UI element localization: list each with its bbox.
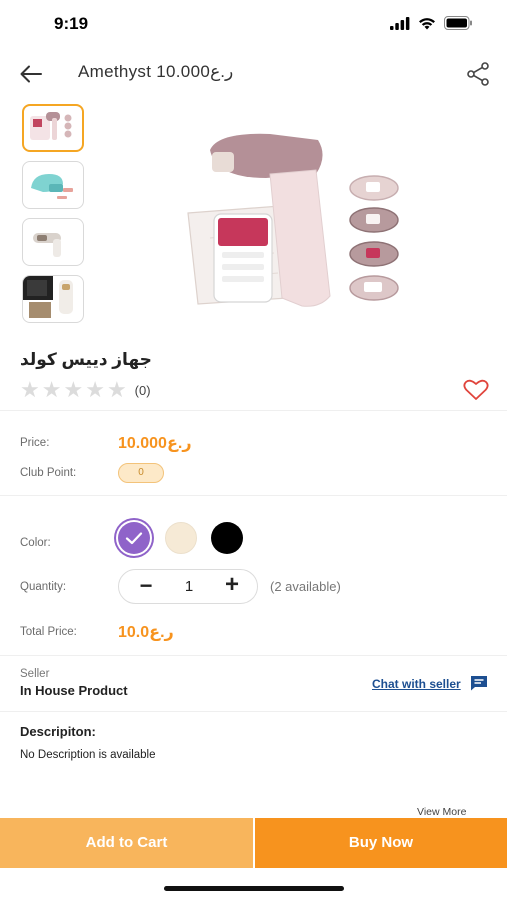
available-stock: (2 available): [270, 579, 341, 594]
chat-icon[interactable]: [470, 675, 488, 691]
color-swatch-beige[interactable]: [165, 522, 197, 554]
heart-icon: [463, 379, 489, 400]
price-label: Price:: [20, 437, 50, 449]
wifi-icon: [419, 17, 435, 29]
color-label: Color:: [20, 537, 51, 549]
rating-stars: ★ ★ ★ ★ ★ (0): [20, 377, 151, 402]
thumbnail-3[interactable]: [22, 218, 84, 266]
divider: [0, 655, 507, 656]
arrow-left-icon: [20, 65, 42, 83]
divider: [0, 410, 507, 411]
star-icon: ★: [20, 377, 40, 402]
quantity-increase-button[interactable]: +: [221, 573, 243, 597]
price-value: 10.000ر.ع: [118, 435, 192, 452]
check-icon: [125, 532, 143, 545]
page-title: Amethyst 10.000ر.ع: [78, 62, 234, 81]
color-swatch-black[interactable]: [211, 522, 243, 554]
status-time: 9:19: [54, 14, 89, 33]
star-icon: ★: [106, 377, 127, 402]
divider: [0, 495, 507, 496]
thumbnail-4[interactable]: [22, 275, 84, 323]
add-to-cart-button[interactable]: Add to Cart: [0, 818, 253, 868]
description-title: Descripiton:: [20, 724, 96, 739]
message-icon: [471, 676, 487, 691]
wishlist-button[interactable]: [463, 379, 489, 401]
quantity-stepper: − 1 +: [118, 569, 258, 604]
star-icon: ★: [85, 377, 105, 402]
product-main-image[interactable]: [170, 118, 420, 318]
app-header: Amethyst 10.000ر.ع: [0, 52, 507, 96]
quantity-label: Quantity:: [20, 581, 67, 593]
home-indicator: [164, 886, 344, 891]
quantity-value: 1: [184, 578, 194, 595]
chat-with-seller-link[interactable]: Chat with seller: [372, 677, 461, 691]
product-thumbnail-image: [30, 112, 72, 140]
total-price-label: Total Price:: [20, 626, 77, 638]
thumbnail-1[interactable]: [22, 104, 84, 152]
total-price-value: 10.0ر.ع: [118, 624, 174, 641]
color-swatch-purple[interactable]: [118, 522, 150, 554]
battery-icon: [444, 16, 472, 30]
club-point-label: Club Point:: [20, 467, 77, 479]
buy-now-button[interactable]: Buy Now: [255, 818, 507, 868]
seller-label: Seller: [20, 668, 50, 680]
star-icon: ★: [63, 377, 84, 402]
product-thumbnail-image: [31, 174, 73, 199]
product-thumbnail-image: [23, 276, 73, 318]
status-icons: [390, 16, 473, 30]
back-button[interactable]: [20, 62, 48, 86]
description-text: No Description is available: [20, 749, 156, 761]
divider: [0, 711, 507, 712]
thumbnail-2[interactable]: [22, 161, 84, 209]
thumbnail-list: [22, 104, 86, 332]
product-image: [187, 133, 399, 307]
share-icon: [467, 62, 489, 86]
view-more-link[interactable]: View More: [417, 806, 466, 818]
product-title: جهاز دييس كولد: [20, 350, 152, 369]
quantity-decrease-button[interactable]: −: [135, 575, 157, 597]
signal-icon: [390, 16, 410, 30]
status-bar: 9:19: [0, 0, 507, 50]
product-thumbnail-image: [33, 233, 61, 257]
rating-count: (0): [134, 382, 151, 398]
star-icon: ★: [41, 377, 62, 402]
seller-name: In House Product: [20, 683, 128, 698]
club-point-badge: 0: [118, 463, 164, 483]
share-button[interactable]: [465, 61, 491, 87]
